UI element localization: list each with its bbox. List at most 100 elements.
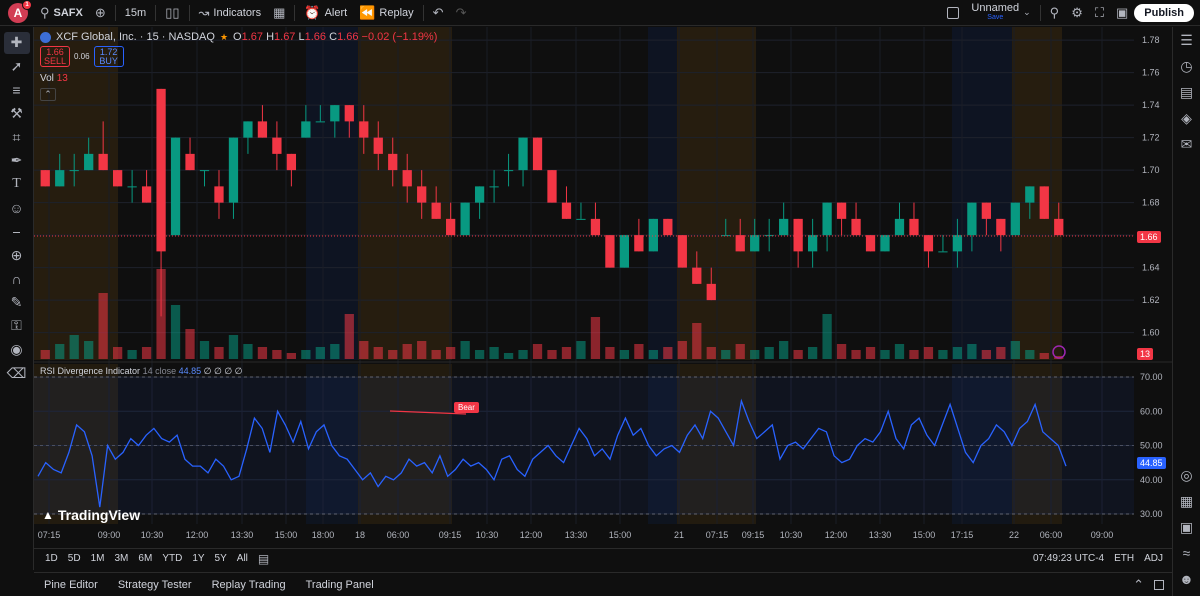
fib-icon[interactable]: ≡ xyxy=(4,79,30,101)
volume-bar xyxy=(141,347,152,359)
publish-button[interactable]: Publish xyxy=(1134,3,1194,22)
candle-body xyxy=(634,235,644,252)
snapshot-button[interactable]: ▣ xyxy=(1110,2,1134,24)
quick-search-button[interactable]: ⚲ xyxy=(1044,2,1066,24)
volume-bar xyxy=(503,353,514,359)
price-axis[interactable]: 1.781.761.741.721.701.681.661.641.621.60 xyxy=(1142,35,1160,338)
range-ytd[interactable]: YTD xyxy=(157,553,187,564)
current-price-tag: 1.66 xyxy=(1137,231,1161,243)
candle-body xyxy=(865,235,876,252)
trash-icon[interactable]: ⌫ xyxy=(4,362,30,384)
emoji-icon[interactable]: ☺ xyxy=(4,197,30,219)
adjust-toggle[interactable]: ADJ xyxy=(1139,553,1168,564)
volume-bar xyxy=(1025,350,1035,359)
candle-body xyxy=(692,267,702,284)
candle-body xyxy=(851,218,861,236)
volume-bar xyxy=(807,347,818,359)
range-1y[interactable]: 1Y xyxy=(187,553,209,564)
settings-button[interactable]: ⚙ xyxy=(1065,2,1089,24)
volume-bar xyxy=(373,347,383,359)
collapse-legend-button[interactable]: ⌃ xyxy=(40,88,56,101)
redo-button[interactable]: ↷ xyxy=(450,2,473,24)
tab-strategy-tester[interactable]: Strategy Tester xyxy=(108,579,202,591)
tab-trading-panel[interactable]: Trading Panel xyxy=(296,579,384,591)
crosshair-icon[interactable]: ✚ xyxy=(3,31,30,54)
range-all[interactable]: All xyxy=(232,553,253,564)
price-tick-label: 1.62 xyxy=(1142,295,1160,305)
alert-button[interactable]: ⏰ Alert xyxy=(298,2,353,24)
symbol-title[interactable]: XCF Global, Inc. · 15 · NASDAQ xyxy=(56,31,215,43)
rsi-legend[interactable]: RSI Divergence Indicator 14 close 44.85 … xyxy=(40,366,243,377)
candle-body xyxy=(532,137,543,171)
chart-canvas[interactable]: 1.78 1.76 1.74 1.72 1.70 1.68 1.66 1.64 1.62 1.60… xyxy=(34,27,1172,548)
chat-icon[interactable]: ✉ xyxy=(1175,133,1199,155)
templates-button[interactable]: ▦ xyxy=(267,2,291,24)
layout-select[interactable]: Unnamed Save ⌄ xyxy=(941,2,1036,24)
volume-bar xyxy=(851,350,861,359)
lock-icon[interactable]: ⚿ xyxy=(4,315,30,337)
target-icon[interactable]: ◎ xyxy=(1175,464,1199,486)
data-window-icon[interactable]: ▣ xyxy=(1175,516,1199,538)
lock-drawings-icon[interactable]: ✎ xyxy=(4,291,30,313)
date-range-icon[interactable]: ▤ xyxy=(253,552,274,566)
notifications-icon[interactable]: ☻ xyxy=(1175,568,1199,590)
text-icon[interactable]: T xyxy=(4,173,30,195)
candle-body xyxy=(735,235,745,252)
candle-body xyxy=(952,235,963,252)
price-tick-label: 1.70 xyxy=(1142,165,1160,175)
rsi-axis[interactable]: 70.00 60.00 50.00 40.00 30.00 xyxy=(1140,372,1163,519)
replay-button[interactable]: ⏪ Replay xyxy=(353,2,419,24)
range-5y[interactable]: 5Y xyxy=(210,553,232,564)
session-band xyxy=(358,27,452,360)
alerts-clock-icon[interactable]: ◷ xyxy=(1175,55,1199,77)
sell-button[interactable]: 1.66 SELL xyxy=(40,46,70,67)
brush-icon[interactable]: ✒ xyxy=(4,150,30,172)
range-1m[interactable]: 1M xyxy=(86,553,110,564)
divider xyxy=(294,4,296,21)
volume-bar xyxy=(315,347,325,359)
user-avatar[interactable]: A1 xyxy=(8,0,32,23)
volume-bar xyxy=(634,344,644,359)
clock-readout[interactable]: 07:49:23 UTC-4 xyxy=(1028,553,1109,564)
chart-type-button[interactable]: ▯▯ xyxy=(159,2,185,24)
undo-button[interactable]: ↶ xyxy=(427,2,450,24)
tradingview-logo[interactable]: ▲ TradingView xyxy=(42,507,140,523)
indicators-button[interactable]: ↝ Indicators xyxy=(193,2,268,24)
eye-icon[interactable]: ◉ xyxy=(4,339,30,361)
zoom-icon[interactable]: ⊕ xyxy=(4,244,30,266)
range-1d[interactable]: 1D xyxy=(40,553,63,564)
earnings-icon[interactable]: ★ xyxy=(220,32,228,42)
range-5d[interactable]: 5D xyxy=(63,553,86,564)
time-tick-label: 06:00 xyxy=(387,530,410,540)
calendar-icon[interactable]: ▤ xyxy=(1175,81,1199,103)
chevron-up-icon[interactable]: ⌃ xyxy=(1133,578,1144,591)
ideas-icon[interactable]: ▦ xyxy=(1175,490,1199,512)
magnet-icon[interactable]: ∩ xyxy=(4,268,30,290)
pattern-icon[interactable]: ⚒ xyxy=(4,103,30,125)
time-axis[interactable]: 07:15 09:00 10:30 12:00 13:30 15:00 18:00 18 06:… xyxy=(38,530,1114,540)
candle-body xyxy=(981,202,991,219)
volume-legend[interactable]: Vol 13 xyxy=(40,73,68,84)
ruler-icon[interactable]: ⎯ xyxy=(4,221,30,243)
tab-pine-editor[interactable]: Pine Editor xyxy=(34,579,108,591)
range-3m[interactable]: 3M xyxy=(110,553,134,564)
projection-icon[interactable]: ⌗ xyxy=(4,126,30,148)
broadcast-icon[interactable]: ≈ xyxy=(1175,542,1199,564)
trend-line-icon[interactable]: ➚ xyxy=(4,55,30,77)
buy-button[interactable]: 1.72 BUY xyxy=(93,46,124,67)
session-toggle[interactable]: ETH xyxy=(1109,553,1139,564)
range-6m[interactable]: 6M xyxy=(133,553,157,564)
compare-symbol-button[interactable]: ⊕ xyxy=(89,2,112,24)
fullscreen-button[interactable]: ⛶ xyxy=(1089,2,1110,24)
watchlist-icon[interactable]: ☰ xyxy=(1175,29,1199,51)
candle-body xyxy=(909,218,919,236)
volume-bar xyxy=(98,293,108,359)
maximize-icon[interactable] xyxy=(1154,579,1164,590)
volume-bar xyxy=(272,350,282,359)
tab-replay-trading[interactable]: Replay Trading xyxy=(202,579,296,591)
redo-icon: ↷ xyxy=(455,5,467,20)
rsi-tick-label: 50.00 xyxy=(1140,441,1163,451)
layers-icon[interactable]: ◈ xyxy=(1175,107,1199,129)
symbol-search-button[interactable]: ⚲ SAFX xyxy=(34,2,89,24)
interval-button[interactable]: 15m xyxy=(119,2,152,24)
